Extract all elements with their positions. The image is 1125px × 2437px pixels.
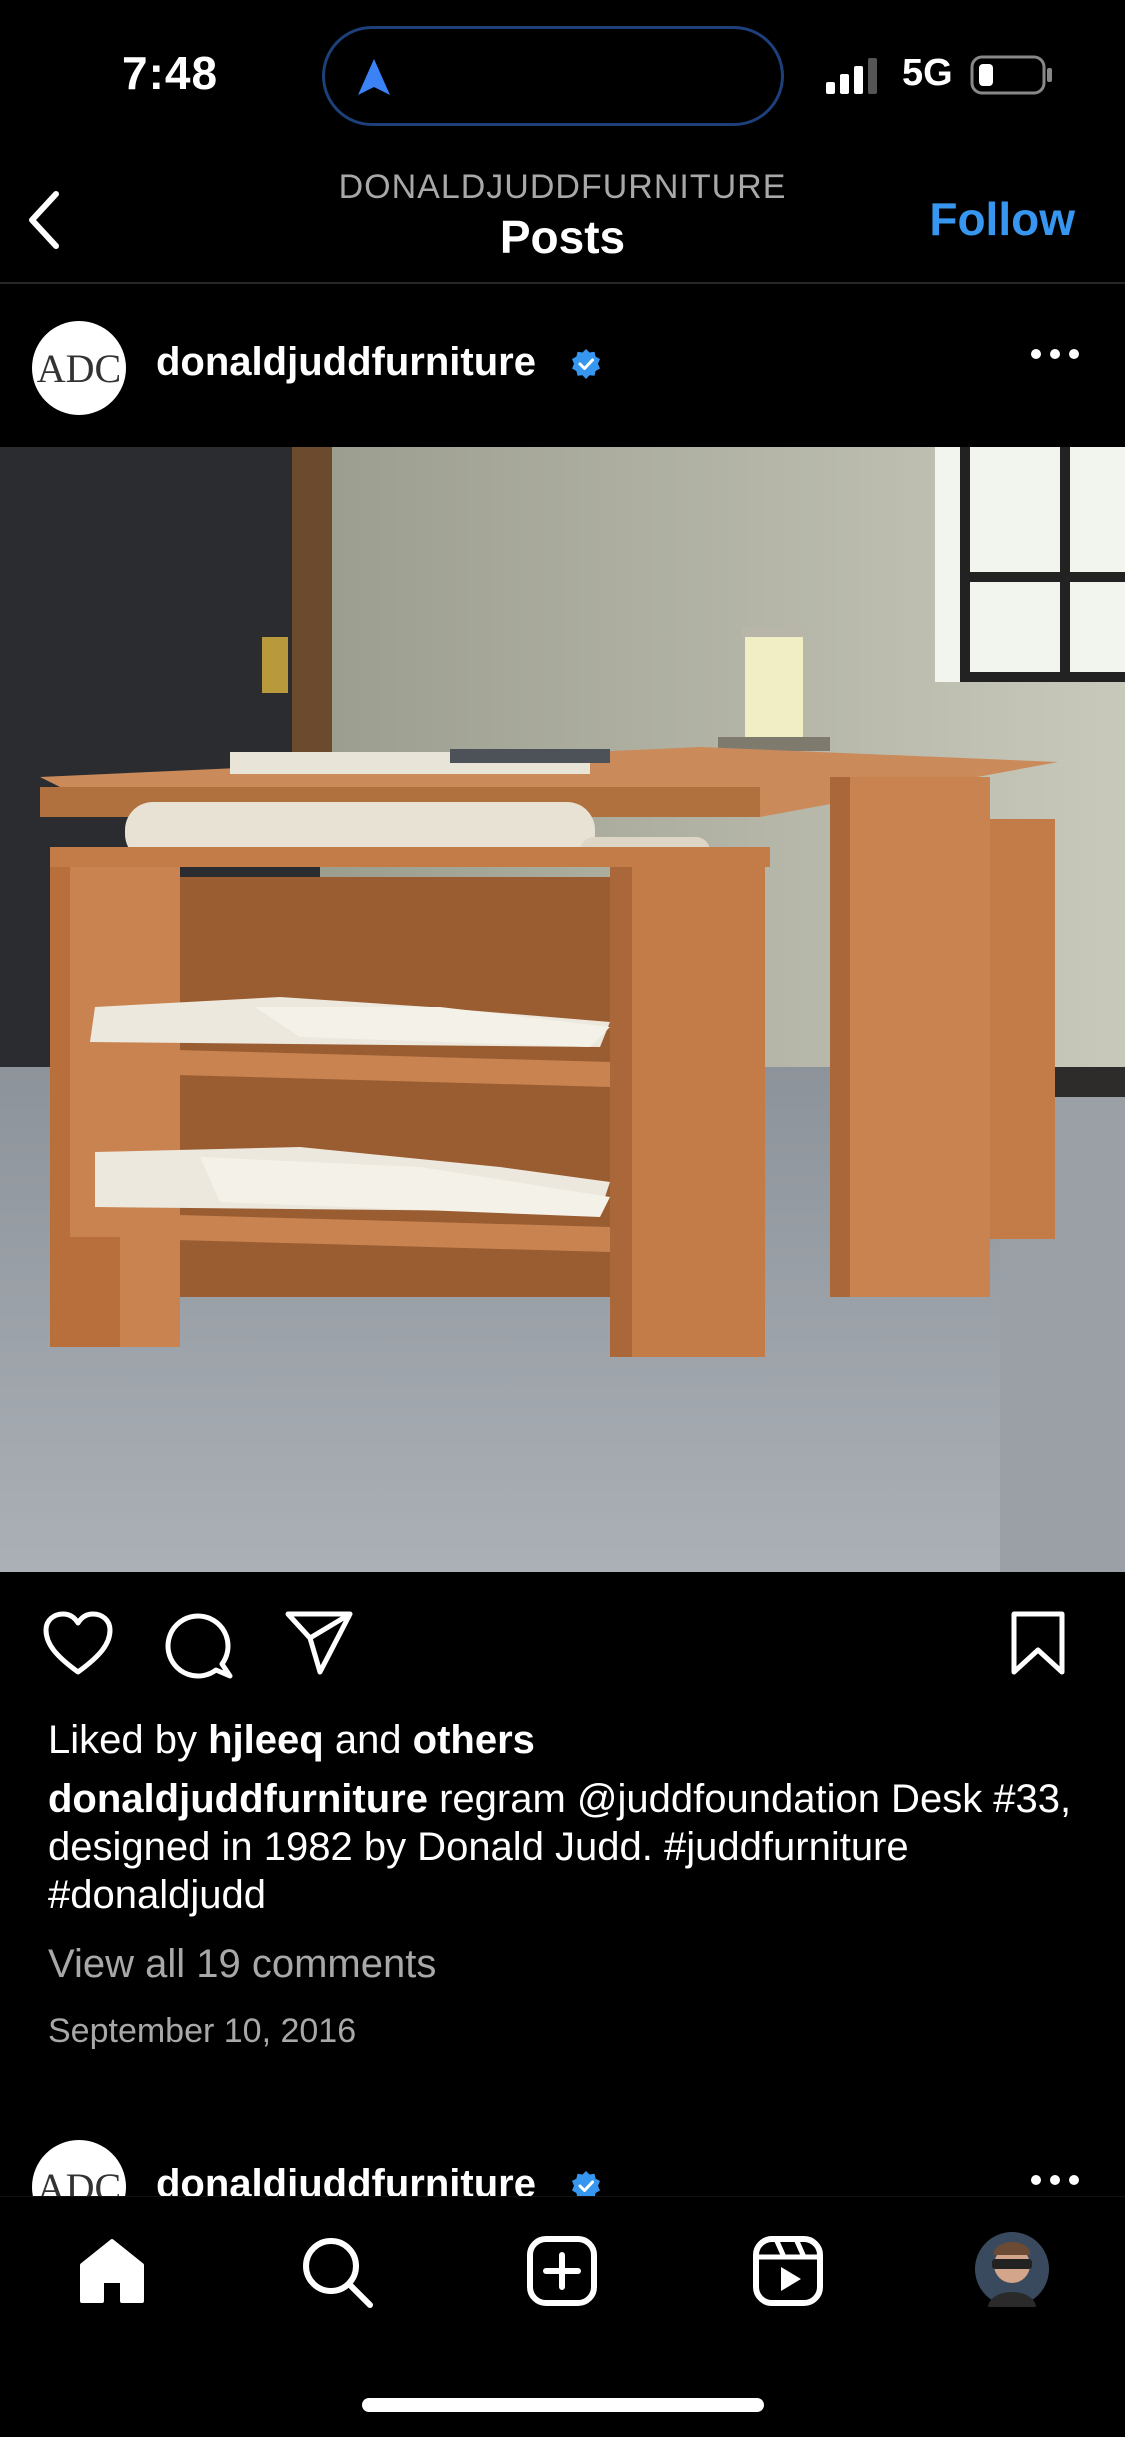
battery-icon	[970, 55, 1052, 95]
status-bar: 7:48 5G	[0, 0, 1125, 150]
post-actions	[0, 1572, 1125, 1712]
dynamic-island	[322, 26, 784, 126]
post-caption: donaldjuddfurniture regram @juddfoundati…	[48, 1775, 1078, 1919]
post-photo[interactable]	[0, 447, 1125, 1572]
posts-header: DONALDJUDDFURNITURE Posts Follow	[0, 150, 1125, 284]
home-indicator[interactable]	[362, 2398, 764, 2412]
more-icon[interactable]	[1030, 348, 1080, 360]
verified-badge-icon	[572, 2171, 600, 2196]
search-icon[interactable]	[300, 2235, 374, 2309]
account-avatar[interactable]: ADC	[32, 321, 126, 415]
next-account-avatar[interactable]: ADC	[32, 2140, 126, 2196]
liked-by-others[interactable]: others	[413, 1718, 535, 1762]
signal-icon	[826, 58, 877, 94]
likes-prefix: Liked by	[48, 1718, 209, 1762]
next-post-username[interactable]: donaldjuddfurniture	[156, 2162, 536, 2196]
profile-avatar[interactable]	[974, 2231, 1050, 2307]
home-icon[interactable]	[76, 2235, 148, 2307]
post-username[interactable]: donaldjuddfurniture	[156, 340, 536, 385]
liked-by-user[interactable]: hjleeq	[208, 1718, 324, 1762]
next-post-header: ADC donaldjuddfurniture	[0, 2140, 1125, 2196]
network-type: 5G	[902, 52, 953, 94]
post-header: ADC donaldjuddfurniture	[0, 286, 1125, 446]
share-icon[interactable]	[284, 1610, 354, 1676]
reels-icon[interactable]	[752, 2235, 824, 2307]
comment-icon[interactable]	[164, 1610, 234, 1680]
likes-line: Liked by hjleeq and others	[48, 1718, 535, 1763]
location-arrow-icon	[358, 59, 390, 95]
heart-icon[interactable]	[42, 1610, 114, 1676]
view-comments-link[interactable]: View all 19 comments	[48, 1942, 436, 1987]
follow-button[interactable]: Follow	[929, 192, 1075, 246]
status-time: 7:48	[122, 47, 219, 99]
create-icon[interactable]	[526, 2235, 598, 2307]
more-icon[interactable]	[1030, 2174, 1080, 2186]
post-date: September 10, 2016	[48, 2012, 357, 2050]
bookmark-icon[interactable]	[1010, 1610, 1066, 1676]
caption-username[interactable]: donaldjuddfurniture	[48, 1777, 428, 1821]
verified-badge-icon	[572, 349, 600, 379]
likes-mid: and	[323, 1718, 413, 1762]
